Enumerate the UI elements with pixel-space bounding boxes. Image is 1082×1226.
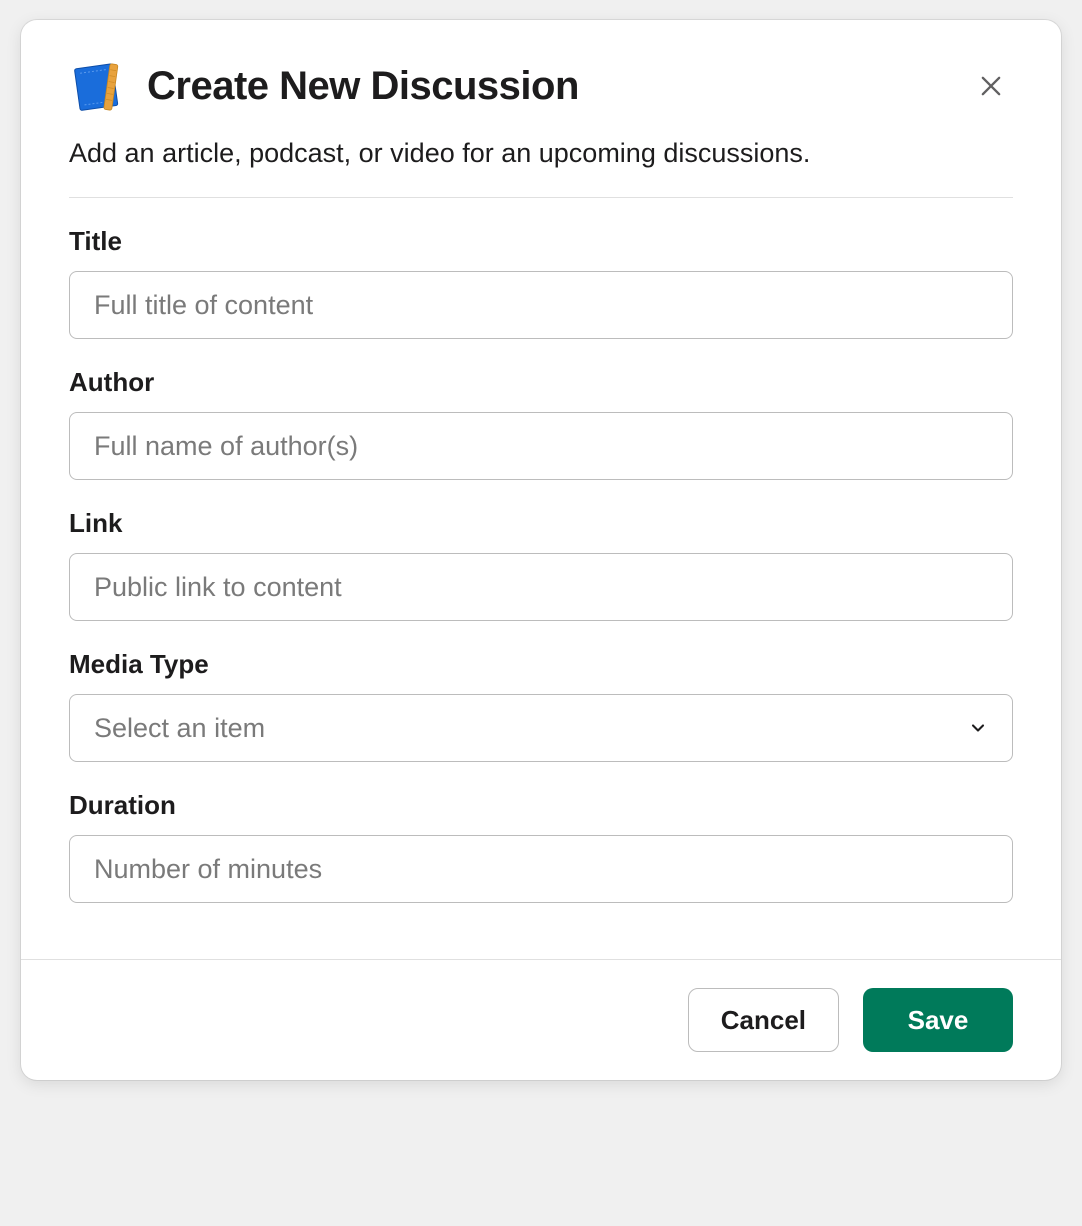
modal-title: Create New Discussion bbox=[147, 64, 579, 109]
duration-form-group: Duration bbox=[69, 790, 1013, 903]
link-input[interactable] bbox=[69, 553, 1013, 621]
duration-label: Duration bbox=[69, 790, 1013, 821]
link-label: Link bbox=[69, 508, 1013, 539]
title-form-group: Title bbox=[69, 226, 1013, 339]
media-type-label: Media Type bbox=[69, 649, 1013, 680]
media-type-placeholder: Select an item bbox=[94, 713, 265, 744]
header-left: Create New Discussion bbox=[69, 58, 579, 114]
close-icon bbox=[977, 72, 1005, 100]
modal-description: Add an article, podcast, or video for an… bbox=[69, 138, 1013, 198]
save-button[interactable]: Save bbox=[863, 988, 1013, 1052]
author-form-group: Author bbox=[69, 367, 1013, 480]
modal-footer: Cancel Save bbox=[21, 959, 1061, 1080]
media-type-select[interactable]: Select an item bbox=[69, 694, 1013, 762]
chevron-down-icon bbox=[968, 718, 988, 738]
close-button[interactable] bbox=[969, 64, 1013, 108]
duration-input[interactable] bbox=[69, 835, 1013, 903]
title-input[interactable] bbox=[69, 271, 1013, 339]
notebook-icon bbox=[69, 58, 125, 114]
author-label: Author bbox=[69, 367, 1013, 398]
title-label: Title bbox=[69, 226, 1013, 257]
cancel-button[interactable]: Cancel bbox=[688, 988, 839, 1052]
link-form-group: Link bbox=[69, 508, 1013, 621]
modal-body: Add an article, podcast, or video for an… bbox=[21, 138, 1061, 959]
create-discussion-modal: Create New Discussion Add an article, po… bbox=[21, 20, 1061, 1080]
modal-header: Create New Discussion bbox=[21, 20, 1061, 138]
author-input[interactable] bbox=[69, 412, 1013, 480]
media-type-form-group: Media Type Select an item bbox=[69, 649, 1013, 762]
